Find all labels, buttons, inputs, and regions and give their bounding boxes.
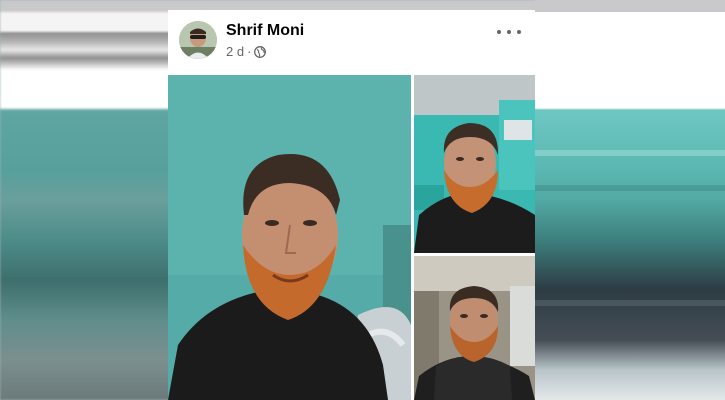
post-meta: 2 d · xyxy=(226,44,267,59)
author-name[interactable]: Shrif Moni xyxy=(226,22,304,40)
selfie-photo-bottom-right xyxy=(414,256,535,400)
selfie-photo-main xyxy=(168,75,411,400)
author-avatar[interactable] xyxy=(179,21,217,59)
globe-icon[interactable] xyxy=(254,45,267,58)
facebook-post: Shrif Moni 2 d · xyxy=(168,10,535,400)
blurred-background-right xyxy=(535,0,725,400)
selfie-photo-top-right xyxy=(414,75,535,253)
more-dot xyxy=(517,30,521,34)
more-dot xyxy=(497,30,501,34)
post-time[interactable]: 2 d xyxy=(226,44,244,59)
post-photo-main[interactable] xyxy=(168,75,411,400)
post-photo-top-right[interactable] xyxy=(414,75,535,253)
avatar-image xyxy=(179,21,217,59)
post-header: Shrif Moni 2 d · xyxy=(168,10,535,74)
more-dot xyxy=(507,30,511,34)
meta-separator: · xyxy=(247,44,252,59)
more-options-icon[interactable] xyxy=(497,24,521,40)
post-photo-bottom-right[interactable] xyxy=(414,256,535,400)
